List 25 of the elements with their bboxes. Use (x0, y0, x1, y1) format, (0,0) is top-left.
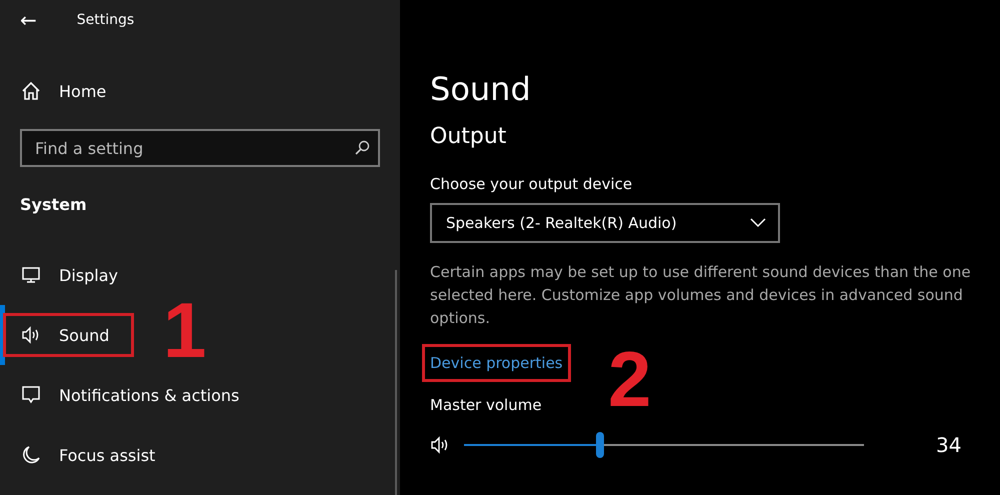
section-heading: Output (430, 124, 508, 149)
search-field[interactable]: Find a setting (20, 129, 380, 167)
field-label: Choose your output device (430, 175, 634, 193)
volume-value: 34 (936, 433, 962, 457)
sidebar-item[interactable]: Focus assist (0, 425, 400, 485)
search-icon (354, 140, 370, 156)
callout-number: 2 (608, 340, 652, 418)
speaker-icon (430, 435, 450, 455)
back-button[interactable]: ← (16, 8, 41, 32)
description-text: Certain apps may be set up to use different sound devices than the one selected here. Customize app volumes and devices in advanced sound options. (430, 262, 972, 329)
chevron-icon (750, 218, 766, 228)
field-label: Master volume (430, 396, 543, 414)
home-item[interactable]: Home (0, 70, 400, 112)
page-title: Sound (430, 70, 532, 108)
speaker-icon (21, 325, 41, 345)
scrollbar[interactable] (395, 270, 397, 495)
device-properties-link[interactable]: Device properties (422, 344, 571, 382)
home-icon (21, 81, 41, 101)
monitor-icon (21, 265, 41, 285)
window-title: Settings (76, 12, 134, 28)
message-icon (21, 385, 41, 405)
device-dropdown[interactable]: Speakers (2- Realtek(R) Audio) (430, 203, 780, 243)
moon-icon (21, 445, 41, 465)
section-heading: System (20, 195, 88, 214)
slider-thumb[interactable] (596, 432, 604, 458)
